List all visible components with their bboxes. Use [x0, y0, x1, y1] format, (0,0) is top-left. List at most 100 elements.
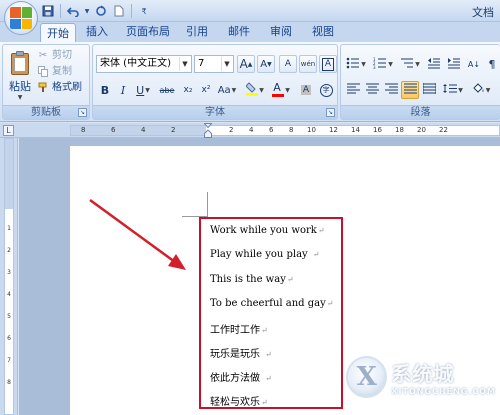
increase-indent-button[interactable] — [445, 55, 463, 73]
ruler-number: 10 — [307, 126, 316, 134]
superscript-button[interactable]: x² — [197, 81, 215, 99]
redo-icon[interactable] — [93, 3, 109, 19]
chevron-down-icon[interactable]: ▼ — [83, 3, 91, 19]
dialog-launcher-icon[interactable]: ↘ — [78, 108, 87, 117]
tab-view[interactable]: 视图 — [306, 22, 340, 42]
ruler-number: 16 — [373, 126, 382, 134]
svg-text:3: 3 — [373, 65, 376, 69]
increase-indent-icon — [447, 57, 461, 72]
cut-label: 剪切 — [52, 50, 72, 61]
watermark: X 系统城 XITONGCHENG.COM — [346, 346, 496, 408]
format-painter-button[interactable]: 格式刷 — [37, 80, 82, 95]
format-painter-label: 格式刷 — [52, 82, 82, 93]
font-color-button[interactable]: A ▼ — [269, 81, 293, 99]
tab-review[interactable]: 审阅 — [264, 22, 298, 42]
ruler-number: 5 — [7, 313, 11, 320]
strikethrough-button[interactable]: abe — [157, 81, 177, 99]
shading-button[interactable]: ▼ — [469, 81, 493, 99]
tab-mailings[interactable]: 邮件 — [222, 22, 256, 42]
char-border-button[interactable]: A — [319, 55, 337, 73]
window-title: 文档 — [472, 6, 494, 19]
ruler-number: 2 — [7, 247, 11, 254]
decrease-indent-icon — [427, 57, 441, 72]
paste-label: 粘贴 — [9, 80, 31, 93]
align-right-icon — [384, 83, 398, 97]
office-logo-icon — [10, 7, 32, 29]
ruler-number: 4 — [7, 291, 11, 298]
subscript-button[interactable]: x₂ — [179, 81, 197, 99]
tab-references[interactable]: 引用 — [180, 22, 214, 42]
paragraph-group: ▼ 123 ▼ ▼ A↓ ¶ ▼ ▼ 段落 — [340, 44, 500, 120]
change-case-button[interactable]: Aa ▼ — [215, 81, 239, 99]
vertical-ruler-bar: 1 2 3 4 5 6 7 8 — [0, 138, 18, 415]
copy-icon — [37, 66, 49, 78]
ruler-number: 8 — [81, 126, 86, 134]
ruler-number: 22 — [439, 126, 448, 134]
highlight-button[interactable]: ▼ — [243, 81, 267, 99]
line-spacing-button[interactable]: ▼ — [441, 81, 465, 99]
title-bar: ▼ ₹ 文档 — [0, 0, 500, 22]
align-left-button[interactable] — [344, 81, 362, 99]
ruler-number: 8 — [289, 126, 294, 134]
bold-button[interactable]: B — [96, 81, 114, 99]
underline-button[interactable]: U ▼ — [132, 81, 154, 99]
phonetic-guide-icon: wén — [300, 60, 316, 68]
multilevel-list-button[interactable]: ▼ — [398, 55, 422, 73]
customize-dropdown-icon[interactable]: ₹ — [136, 3, 152, 19]
enclose-char-icon: 字 — [319, 83, 333, 97]
tab-page-layout[interactable]: 页面布局 — [122, 22, 174, 42]
char-border-icon: A — [321, 57, 335, 71]
font-size-select[interactable]: 7 ▼ — [194, 55, 234, 73]
decrease-indent-button[interactable] — [425, 55, 443, 73]
save-icon[interactable] — [40, 3, 56, 19]
indent-marker-icon[interactable] — [204, 123, 212, 138]
chevron-down-icon: ▼ — [179, 57, 190, 71]
tab-selector-button[interactable]: L — [3, 125, 14, 136]
tab-insert[interactable]: 插入 — [80, 22, 114, 42]
quick-access-toolbar: ▼ ₹ — [40, 3, 152, 19]
line-spacing-icon — [443, 83, 458, 97]
new-document-icon[interactable] — [111, 3, 127, 19]
align-right-button[interactable] — [382, 81, 400, 99]
paste-button[interactable]: 粘贴 ▼ — [7, 48, 33, 102]
ruler-number: 8 — [7, 379, 11, 386]
font-name-select[interactable]: 宋体 (中文正文) ▼ — [96, 55, 192, 73]
toolbar-separator — [131, 4, 132, 18]
font-group: 宋体 (中文正文) ▼ 7 ▼ A ▲ A ▼ A wén A B I U ▼ abe… — [92, 44, 338, 120]
distributed-button[interactable] — [420, 81, 438, 99]
dialog-launcher-icon[interactable]: ↘ — [326, 108, 335, 117]
font-size-value: 7 — [198, 58, 205, 69]
char-shading-button[interactable]: A — [297, 81, 315, 99]
ruler-number: 6 — [111, 126, 116, 134]
ruler-number: 12 — [329, 126, 338, 134]
brush-icon — [37, 82, 49, 94]
phonetic-guide-button[interactable]: wén — [299, 55, 317, 73]
undo-icon[interactable] — [65, 3, 81, 19]
copy-button[interactable]: 复制 — [37, 64, 72, 79]
ruler-number: 6 — [269, 126, 274, 134]
sort-button[interactable]: A↓ — [465, 55, 483, 73]
show-marks-button[interactable]: ¶ — [483, 55, 500, 73]
ruler-number: 4 — [141, 126, 146, 134]
justify-button[interactable] — [401, 81, 419, 99]
shrink-font-button[interactable]: A ▼ — [257, 55, 275, 73]
underline-icon: U — [136, 83, 145, 97]
tab-home[interactable]: 开始 — [40, 23, 76, 43]
numbering-button[interactable]: 123 ▼ — [371, 55, 395, 73]
office-button[interactable] — [4, 1, 38, 35]
shrink-font-icon: A — [260, 58, 268, 70]
vertical-ruler[interactable]: 1 2 3 4 5 6 7 8 — [4, 138, 14, 415]
chevron-down-icon: ▼ — [221, 57, 232, 71]
cut-button[interactable]: ✂ 剪切 — [37, 48, 72, 63]
horizontal-ruler[interactable]: 8 6 4 2 2 4 6 8 10 12 14 16 18 20 22 — [70, 125, 500, 136]
ruler-number: 2 — [229, 126, 234, 134]
bullets-button[interactable]: ▼ — [344, 55, 368, 73]
distributed-icon — [422, 83, 436, 97]
toolbar-separator — [60, 4, 61, 18]
enclose-char-button[interactable]: 字 — [317, 81, 335, 99]
italic-button[interactable]: I — [114, 81, 132, 99]
font-group-label: 字体 — [93, 105, 337, 119]
align-center-button[interactable] — [363, 81, 381, 99]
grow-font-button[interactable]: A ▲ — [237, 55, 255, 73]
clear-format-button[interactable]: A — [279, 55, 297, 73]
